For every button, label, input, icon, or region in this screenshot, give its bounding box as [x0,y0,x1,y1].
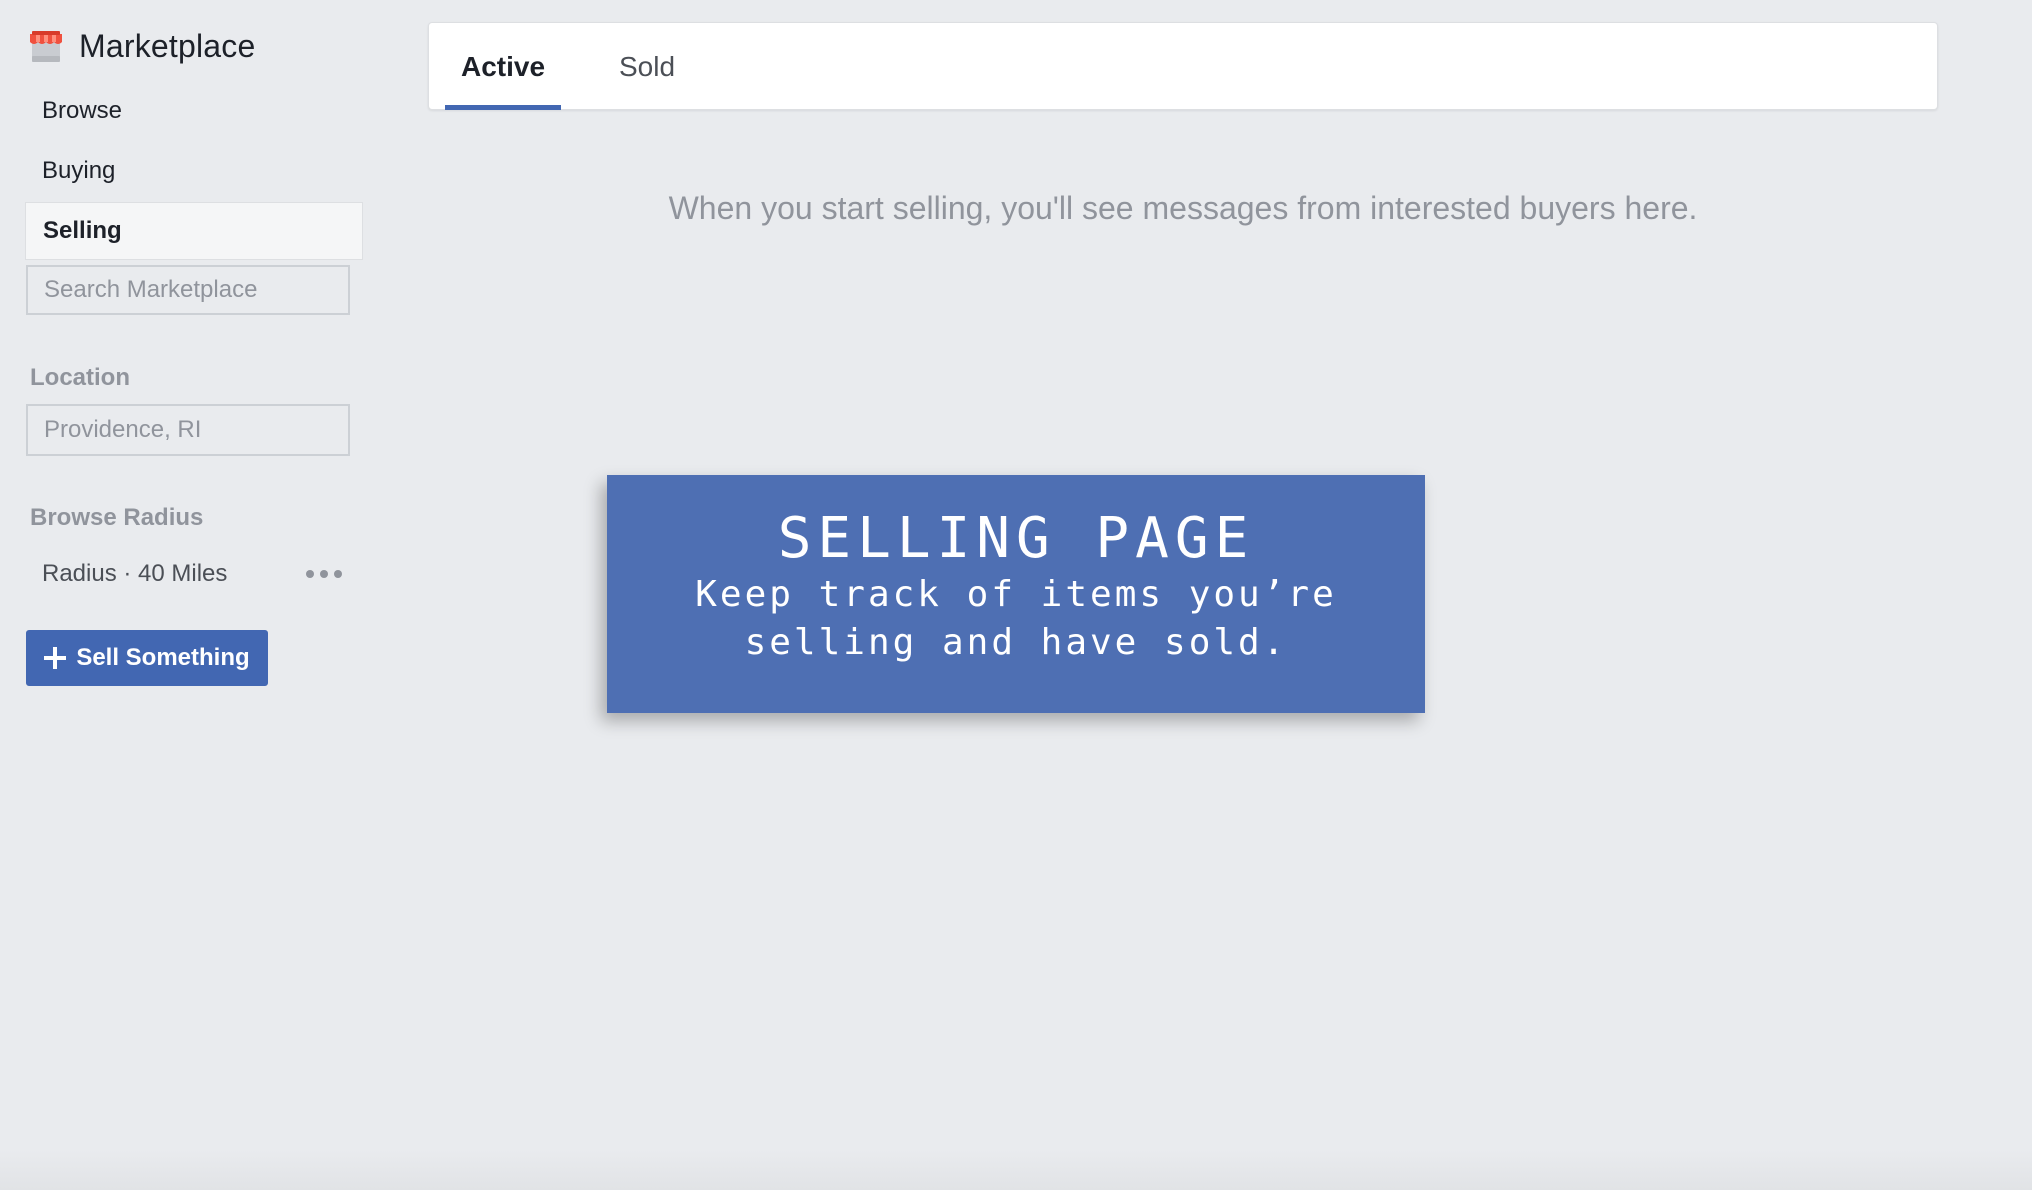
location-box [26,404,350,456]
tabs-bar: Active Sold [428,22,1938,110]
bottom-divider [0,1150,2032,1190]
storefront-icon [30,31,62,62]
sidebar-item-buying[interactable]: Buying [25,142,363,200]
sidebar-nav: Browse Buying Selling [25,82,363,262]
search-input[interactable] [28,267,354,313]
banner-title: SELLING PAGE [777,506,1255,571]
search-box [26,265,354,315]
sidebar-item-selling[interactable]: Selling [25,202,363,260]
sidebar: Marketplace Browse Buying Selling Locati… [0,0,380,1190]
browse-radius-label: Browse Radius [30,504,204,531]
selling-page-banner: SELLING PAGE Keep track of items you’re … [607,475,1425,713]
sell-button-label: Sell Something [76,644,250,671]
location-label: Location [30,364,130,391]
empty-state-message: When you start selling, you'll see messa… [668,190,1698,226]
tab-sold[interactable]: Sold [609,23,685,110]
more-icon[interactable] [306,567,342,581]
location-input[interactable] [28,406,348,454]
radius-value: Radius · 40 Miles [42,560,228,587]
marketplace-header[interactable]: Marketplace [28,24,256,68]
banner-subtitle: Keep track of items you’re selling and h… [695,574,1337,663]
sell-something-button[interactable]: Sell Something [26,630,268,686]
sidebar-item-browse[interactable]: Browse [25,82,363,140]
page-title: Marketplace [79,27,256,64]
plus-icon [44,647,67,669]
tab-active[interactable]: Active [445,23,561,110]
radius-row: Radius · 40 Miles [42,554,342,594]
